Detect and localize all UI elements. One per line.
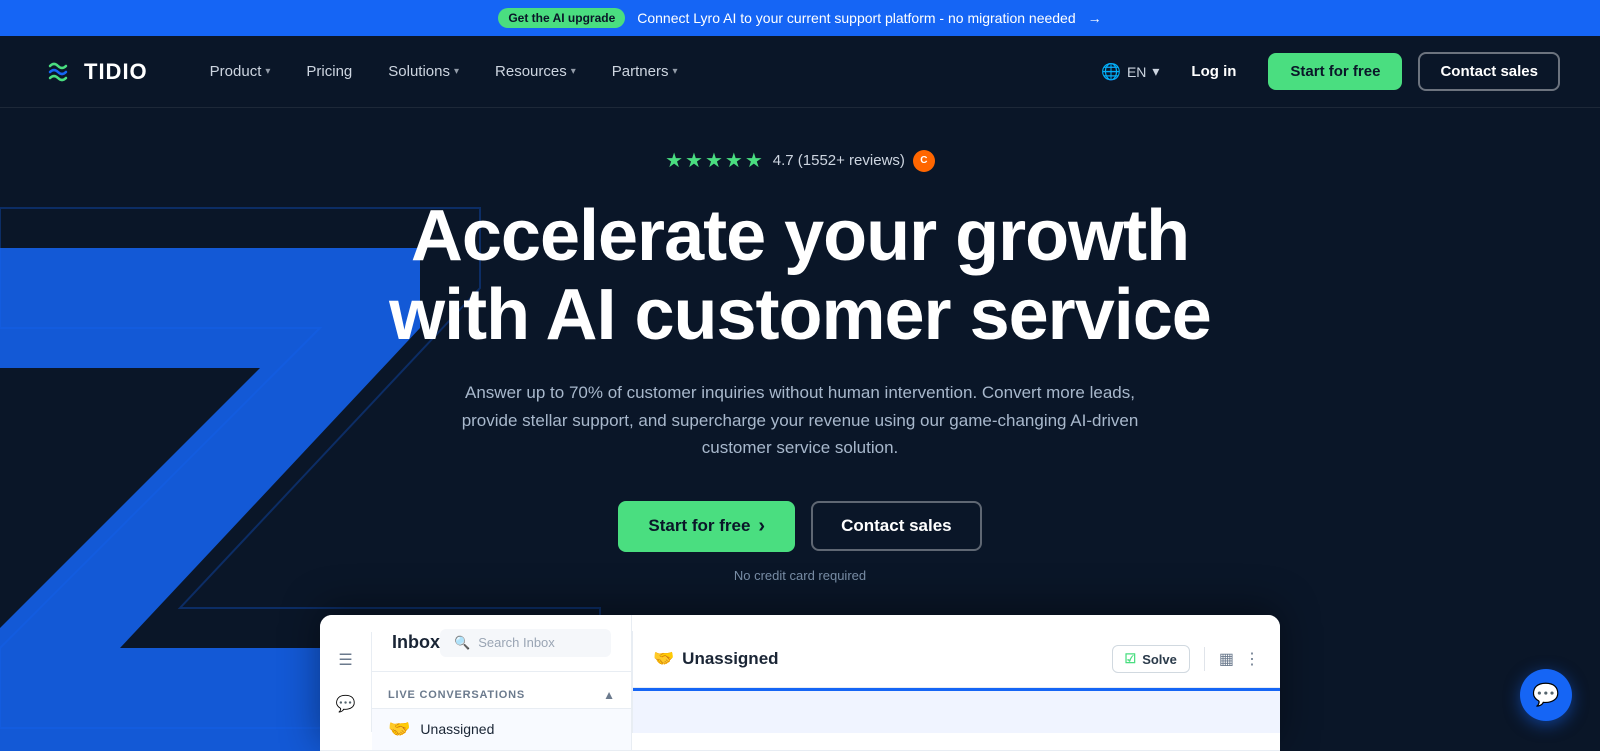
nav-item-pricing[interactable]: Pricing — [292, 55, 366, 88]
dashboard-actions: ☑ Solve ▦ ⋮ — [1112, 645, 1260, 673]
right-panel-title: 🤝 Unassigned — [653, 649, 779, 669]
right-panel-header: 🤝 Unassigned ☑ Solve ▦ ⋮ — [633, 631, 1280, 688]
hero-cta-row: Start for free › Contact sales — [618, 501, 981, 552]
more-options-button[interactable]: ⋮ — [1244, 649, 1260, 669]
conversations-label: LIVE CONVERSATIONS — [388, 689, 525, 701]
globe-icon: 🌐 — [1101, 62, 1121, 82]
search-placeholder: Search Inbox — [478, 635, 555, 650]
star-rating: ★★★★★ — [665, 148, 765, 173]
checkbox-icon: ☑ — [1125, 651, 1137, 667]
conversation-item[interactable]: 🤝 Unassigned — [372, 708, 631, 750]
conversation-name: Unassigned — [420, 721, 494, 737]
no-credit-card-text: No credit card required — [734, 568, 866, 583]
contact-sales-button[interactable]: Contact sales — [1418, 52, 1560, 91]
inbox-title: Inbox — [392, 632, 440, 653]
nav-left: TIDIO Product ▾ Pricing Solutions ▾ Reso… — [40, 54, 691, 90]
hero-subtitle: Answer up to 70% of customer inquiries w… — [440, 379, 1160, 461]
chevron-down-icon: ▾ — [265, 66, 270, 77]
nav-item-partners[interactable]: Partners ▾ — [598, 55, 692, 88]
action-divider — [1204, 647, 1205, 671]
banner-badge[interactable]: Get the AI upgrade — [498, 8, 625, 28]
chat-bubble-icon: 💬 — [1532, 682, 1559, 708]
inbox-bar: Inbox 🔍 Search Inbox — [372, 615, 631, 672]
logo-text: TIDIO — [84, 59, 148, 85]
chevron-down-icon: ▾ — [672, 66, 677, 77]
right-panel: 🤝 Unassigned ☑ Solve ▦ ⋮ — [632, 631, 1280, 733]
capterra-icon: C — [913, 150, 935, 172]
hero-section: ★★★★★ 4.7 (1552+ reviews) C Accelerate y… — [0, 108, 1600, 751]
lang-selector[interactable]: 🌐 EN ▾ — [1101, 62, 1159, 82]
logo[interactable]: TIDIO — [40, 54, 148, 90]
nav-links: Product ▾ Pricing Solutions ▾ Resources … — [196, 55, 692, 88]
chevron-down-icon: ▾ — [1152, 63, 1159, 80]
nav-item-resources[interactable]: Resources ▾ — [481, 55, 590, 88]
logo-icon — [40, 54, 76, 90]
conversation-emoji: 🤝 — [388, 719, 410, 740]
search-bar[interactable]: 🔍 Search Inbox — [440, 629, 611, 657]
hero-title: Accelerate your growth with AI customer … — [389, 197, 1211, 355]
rating-text: 4.7 (1552+ reviews) — [773, 152, 905, 169]
grid-icon-button[interactable]: ▦ — [1219, 649, 1234, 669]
dashboard-header: ☰ 💬 Inbox 🔍 Search Inbox LIVE CONVERSATI… — [320, 615, 1280, 751]
hero-contact-sales-button[interactable]: Contact sales — [811, 501, 982, 551]
nav-item-product[interactable]: Product ▾ — [196, 55, 285, 88]
inbox-panel: Inbox 🔍 Search Inbox LIVE CONVERSATIONS … — [372, 615, 632, 750]
chevron-down-icon: ▾ — [571, 66, 576, 77]
wave-emoji: 🤝 — [653, 649, 674, 669]
start-free-button[interactable]: Start for free — [1268, 53, 1402, 90]
arrow-icon: › — [758, 515, 765, 538]
dashboard-preview: ☰ 💬 Inbox 🔍 Search Inbox LIVE CONVERSATI… — [320, 615, 1280, 751]
banner-arrow: → — [1088, 10, 1102, 26]
search-icon: 🔍 — [454, 635, 470, 651]
chat-icon: 💬 — [334, 692, 358, 716]
nav-right: 🌐 EN ▾ Log in Start for free Contact sal… — [1101, 52, 1560, 91]
conversations-header: LIVE CONVERSATIONS ▲ — [372, 682, 631, 708]
chevron-down-icon: ▾ — [454, 66, 459, 77]
banner-text: Connect Lyro AI to your current support … — [637, 10, 1075, 26]
inbox-icon: ☰ — [334, 648, 358, 672]
conversations-section: LIVE CONVERSATIONS ▲ 🤝 Unassigned — [372, 672, 631, 750]
login-button[interactable]: Log in — [1175, 55, 1252, 88]
hero-content: ★★★★★ 4.7 (1552+ reviews) C Accelerate y… — [389, 148, 1211, 583]
solve-button[interactable]: ☑ Solve — [1112, 645, 1190, 673]
chat-bubble-button[interactable]: 💬 — [1520, 669, 1572, 721]
navbar: TIDIO Product ▾ Pricing Solutions ▾ Reso… — [0, 36, 1600, 108]
conversation-body — [633, 688, 1280, 733]
hero-start-free-button[interactable]: Start for free › — [618, 501, 795, 552]
nav-item-solutions[interactable]: Solutions ▾ — [374, 55, 473, 88]
dashboard-sidebar: ☰ 💬 — [320, 632, 372, 732]
rating-row: ★★★★★ 4.7 (1552+ reviews) C — [665, 148, 935, 173]
top-banner: Get the AI upgrade Connect Lyro AI to yo… — [0, 0, 1600, 36]
chevron-up-icon: ▲ — [603, 688, 615, 702]
